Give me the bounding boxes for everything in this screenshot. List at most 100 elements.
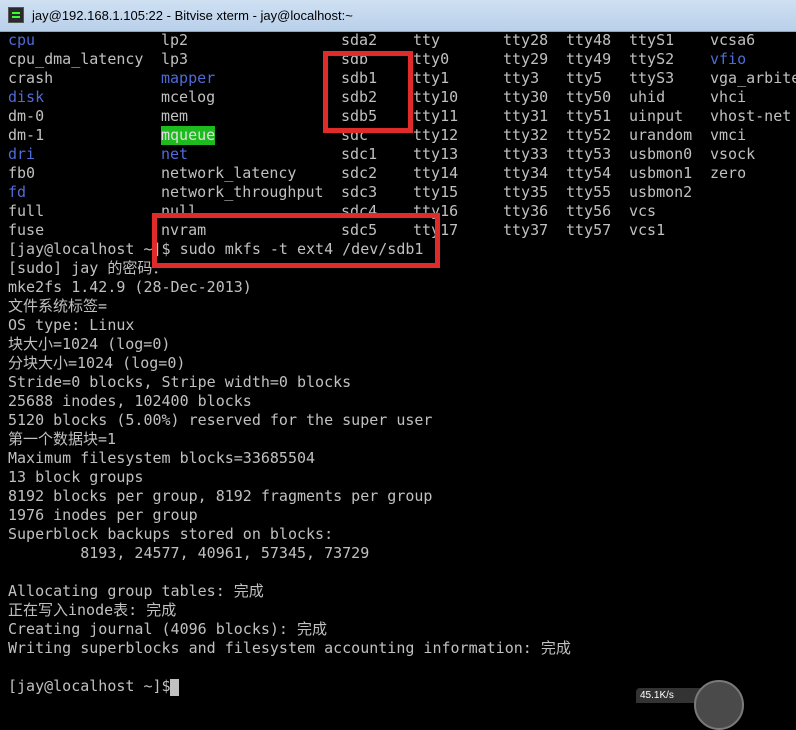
listing-entry: network_throughput xyxy=(161,183,324,201)
output-line: 文件系统标签= xyxy=(8,297,108,315)
output-line: 8193, 24577, 40961, 57345, 73729 xyxy=(8,544,370,562)
listing-entry: full xyxy=(8,202,45,220)
listing-entry: usbmon2 xyxy=(629,183,693,201)
window-titlebar[interactable]: jay@192.168.1.105:22 - Bitvise xterm - j… xyxy=(0,0,796,32)
output-line: Stride=0 blocks, Stripe width=0 blocks xyxy=(8,373,352,391)
listing-entry: tty29 xyxy=(503,50,549,68)
output-line: Maximum filesystem blocks=33685504 xyxy=(8,449,316,467)
network-speed-widget[interactable]: 45.1K/s xyxy=(636,680,746,730)
listing-entry: sdc1 xyxy=(341,145,378,163)
listing-entry: tty33 xyxy=(503,145,549,163)
listing-entry: ttyS2 xyxy=(629,50,675,68)
listing-entry: net xyxy=(161,145,189,163)
listing-entry: lp2 xyxy=(161,32,189,49)
listing-entry: vcs xyxy=(629,202,657,220)
listing-entry: sda2 xyxy=(341,32,378,49)
listing-entry: tty53 xyxy=(566,145,612,163)
listing-entry: mem xyxy=(161,107,189,125)
speed-dial-icon xyxy=(694,680,744,730)
listing-entry: tty57 xyxy=(566,221,612,239)
text-cursor xyxy=(170,679,179,696)
listing-entry: disk xyxy=(8,88,45,106)
listing-entry: mapper xyxy=(161,69,216,87)
listing-entry: usbmon1 xyxy=(629,164,693,182)
listing-entry: vhci xyxy=(710,88,747,106)
listing-entry: tty30 xyxy=(503,88,549,106)
output-line: 13 block groups xyxy=(8,468,144,486)
listing-entry: tty13 xyxy=(413,145,459,163)
terminal-icon[interactable] xyxy=(8,7,24,23)
listing-entry: uinput xyxy=(629,107,684,125)
listing-entry: tty48 xyxy=(566,32,612,49)
listing-entry: usbmon0 xyxy=(629,145,693,163)
listing-entry: tty34 xyxy=(503,164,549,182)
listing-entry: tty15 xyxy=(413,183,459,201)
listing-entry: vhost-net xyxy=(710,107,792,125)
output-line: 1976 inodes per group xyxy=(8,506,198,524)
listing-entry: sdc2 xyxy=(341,164,378,182)
listing-entry: tty51 xyxy=(566,107,612,125)
listing-entry: cpu_dma_latency xyxy=(8,50,144,68)
output-line: Creating journal (4096 blocks): 完成 xyxy=(8,620,327,638)
terminal-area[interactable]: cpu lp2 sda2 tty tty28 tty48 ttyS1 vcsa6 cpu_dma… xyxy=(0,32,796,703)
shell-prompt-line: [jay@localhost ~]$ xyxy=(8,677,171,695)
listing-entry: tty1 xyxy=(413,69,450,87)
listing-entry: cpu xyxy=(8,32,36,49)
listing-entry: tty56 xyxy=(566,202,612,220)
listing-entry: tty52 xyxy=(566,126,612,144)
listing-entry: tty50 xyxy=(566,88,612,106)
listing-entry: tty55 xyxy=(566,183,612,201)
highlight-box-sdb xyxy=(323,51,413,133)
listing-entry: tty49 xyxy=(566,50,612,68)
listing-entry: vfio xyxy=(710,50,747,68)
listing-entry: fb0 xyxy=(8,164,36,182)
listing-entry: tty0 xyxy=(413,50,450,68)
listing-entry: sdc3 xyxy=(341,183,378,201)
output-line: OS type: Linux xyxy=(8,316,135,334)
output-line: 分块大小=1024 (log=0) xyxy=(8,354,186,372)
listing-entry: vcs1 xyxy=(629,221,666,239)
listing-entry: vga_arbiter xyxy=(710,69,796,87)
listing-entry: dm-0 xyxy=(8,107,45,125)
listing-entry: tty54 xyxy=(566,164,612,182)
listing-entry: tty35 xyxy=(503,183,549,201)
listing-entry: fd xyxy=(8,183,27,201)
listing-entry: dri xyxy=(8,145,36,163)
listing-entry: zero xyxy=(710,164,747,182)
window-title: jay@192.168.1.105:22 - Bitvise xterm - j… xyxy=(32,8,353,23)
listing-entry: tty32 xyxy=(503,126,549,144)
listing-entry: tty37 xyxy=(503,221,549,239)
output-line: mke2fs 1.42.9 (28-Dec-2013) xyxy=(8,278,252,296)
listing-entry: network_latency xyxy=(161,164,297,182)
highlight-box-command xyxy=(152,213,440,268)
output-line: 正在写入inode表: 完成 xyxy=(8,601,177,619)
output-line: Superblock backups stored on blocks: xyxy=(8,525,334,543)
listing-entry: uhid xyxy=(629,88,666,106)
listing-entry: tty xyxy=(413,32,441,49)
listing-entry: mqueue xyxy=(161,126,216,145)
output-line: 25688 inodes, 102400 blocks xyxy=(8,392,252,410)
output-line: 5120 blocks (5.00%) reserved for the sup… xyxy=(8,411,433,429)
listing-entry: tty11 xyxy=(413,107,459,125)
listing-entry: tty5 xyxy=(566,69,603,87)
listing-entry: ttyS1 xyxy=(629,32,675,49)
listing-entry: lp3 xyxy=(161,50,189,68)
listing-entry: vsock xyxy=(710,145,756,163)
output-line: 8192 blocks per group, 8192 fragments pe… xyxy=(8,487,433,505)
listing-entry: vmci xyxy=(710,126,747,144)
listing-entry: urandom xyxy=(629,126,693,144)
listing-entry: tty31 xyxy=(503,107,549,125)
listing-entry: vcsa6 xyxy=(710,32,756,49)
listing-entry: dm-1 xyxy=(8,126,45,144)
listing-entry: tty3 xyxy=(503,69,540,87)
listing-entry: ttyS3 xyxy=(629,69,675,87)
output-line: 第一个数据块=1 xyxy=(8,430,117,448)
listing-entry: mcelog xyxy=(161,88,216,106)
listing-entry: crash xyxy=(8,69,54,87)
listing-entry: tty10 xyxy=(413,88,459,106)
listing-entry: tty36 xyxy=(503,202,549,220)
listing-entry: tty28 xyxy=(503,32,549,49)
output-line: 块大小=1024 (log=0) xyxy=(8,335,171,353)
listing-entry: tty12 xyxy=(413,126,459,144)
listing-entry: tty14 xyxy=(413,164,459,182)
